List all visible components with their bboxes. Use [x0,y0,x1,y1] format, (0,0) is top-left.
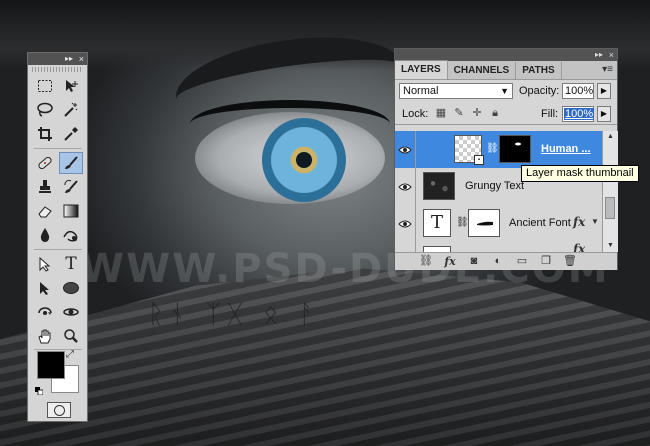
swap-colors-icon[interactable]: ⤢ [66,349,74,360]
lock-transparency-icon[interactable]: ▦ [435,107,447,119]
layer-row-ancient-font[interactable]: T ⛓ Ancient Font fx ▼ [395,205,602,243]
foreground-color-swatch[interactable] [37,351,65,379]
history-brush-icon[interactable] [59,176,83,198]
add-mask-icon[interactable]: ◙ [467,255,481,268]
tools-panel: ▸▸ × T ⤢ [27,52,88,422]
opacity-slider-button[interactable]: ▶ [597,83,611,99]
smart-object-icon: ▪ [474,155,484,165]
layer-effects-icon[interactable]: fx [573,215,585,229]
dodge-icon[interactable] [59,224,83,246]
bandage-icon[interactable] [33,152,57,174]
marquee-icon[interactable] [33,75,57,97]
chevron-down-icon: ▼ [500,86,509,96]
panel-tabs: LAYERS CHANNELS PATHS ▾≡ [395,60,617,80]
tools-separator [34,148,82,149]
visibility-eye-icon[interactable] [395,205,416,242]
layers-panel: ▸▸ × LAYERS CHANNELS PATHS ▾≡ Normal ▼ O… [394,48,618,270]
crop-icon[interactable] [33,123,57,145]
type-icon[interactable]: T [59,253,83,275]
opacity-input[interactable]: 100% [562,83,594,99]
new-group-icon[interactable]: ▭ [515,255,529,268]
layers-list: ▪ ⛓ Human ... Grungy Text T ⛓ Ancient Fo… [395,131,602,252]
lasso-icon[interactable] [33,99,57,121]
tab-channels[interactable]: CHANNELS [448,62,517,79]
tooltip: Layer mask thumbnail [521,165,639,182]
layer-row-type[interactable]: T fx [395,242,602,252]
rotate-3d-icon[interactable] [33,301,57,323]
tools-grip[interactable] [32,67,83,72]
tools-separator [34,349,82,350]
default-colors-icon[interactable] [35,382,44,396]
layer-name[interactable]: Human ... [541,143,591,155]
quick-mask-icon [53,404,65,416]
lock-label: Lock: [402,108,429,120]
lock-row: Lock: ▦ ✎ ✛ 🔒︎ Fill: 100% ▶ [395,104,617,125]
fill-slider-button[interactable]: ▶ [597,106,611,122]
visibility-eye-icon[interactable] [395,242,416,252]
tools-titlebar[interactable]: ▸▸ × [28,53,87,65]
path-arrow-icon[interactable] [33,253,57,275]
layer-effects-icon[interactable]: fx [573,242,585,252]
expand-effects-icon[interactable]: ▼ [591,217,599,226]
eyedropper-icon[interactable] [59,123,83,145]
scroll-up-icon[interactable]: ▲ [603,131,618,143]
layer-mask-thumbnail[interactable] [468,209,500,237]
layer-thumbnail[interactable] [423,172,455,200]
layer-name[interactable]: Ancient Font [509,217,571,229]
layer-row-human[interactable]: ▪ ⛓ Human ... [395,131,602,169]
double-arrow-icon[interactable]: ▸▸ [595,49,603,61]
tools-separator [34,249,82,250]
scroll-down-icon[interactable]: ▼ [603,240,618,252]
quick-mask-button[interactable] [47,402,71,418]
trash-icon[interactable]: 🗑︎ [563,255,577,268]
blend-mode-select[interactable]: Normal ▼ [399,83,513,99]
layer-name[interactable]: Grungy Text [465,180,524,192]
blend-mode-value: Normal [403,85,439,97]
orbit-3d-icon[interactable] [59,301,83,323]
close-icon[interactable]: × [79,53,84,65]
new-layer-icon[interactable]: ❐ [539,255,553,268]
stamp-icon[interactable] [33,176,57,198]
visibility-eye-icon[interactable] [395,168,416,205]
fill-label: Fill: [541,108,559,120]
direct-arrow-icon[interactable] [33,277,57,299]
eyelid [190,100,390,148]
double-arrow-icon[interactable]: ▸▸ [65,53,73,65]
magic-wand-icon[interactable] [59,99,83,121]
link-chain-icon[interactable]: ⛓ [456,217,469,228]
lock-all-icon[interactable]: 🔒︎ [489,107,501,119]
gradient-icon[interactable] [59,200,83,222]
add-style-icon[interactable]: fx [443,255,457,268]
hand-icon[interactable] [33,325,57,347]
lock-pixels-icon[interactable]: ✎ [453,107,465,119]
tab-paths[interactable]: PATHS [516,62,562,79]
link-layers-icon[interactable]: ⛓ [419,255,433,268]
adjustment-layer-icon[interactable]: ◐ [491,255,505,268]
tab-layers[interactable]: LAYERS [395,60,448,79]
blend-row: Normal ▼ Opacity: 100% ▶ [395,80,617,104]
opacity-label: Opacity: [519,85,560,97]
fill-value: 100% [564,108,595,120]
layer-mask-thumbnail[interactable] [499,135,531,163]
face-cloth [0,268,650,446]
lock-position-icon[interactable]: ✛ [471,107,483,119]
fill-input[interactable]: 100% [562,106,595,122]
layers-footer: ⛓ fx ◙ ◐ ▭ ❐ 🗑︎ [395,252,617,270]
carved-runes: ᚱᚾ ᛉᚷ ᛟ ᚨ [148,300,321,330]
type-layer-thumbnail[interactable]: T [423,209,451,237]
scrollbar-thumb[interactable] [605,197,615,219]
brush-icon[interactable] [59,152,83,174]
close-icon[interactable]: × [609,49,614,61]
drop-icon[interactable] [33,224,57,246]
panel-menu-icon[interactable]: ▾≡ [602,64,613,75]
link-chain-icon[interactable]: ⛓ [486,143,499,154]
visibility-eye-icon[interactable] [395,131,416,168]
ellipse-icon[interactable] [59,277,83,299]
eraser-icon[interactable] [33,200,57,222]
layers-scrollbar[interactable]: ▲ ▼ [602,131,618,252]
move-icon[interactable] [59,75,83,97]
zoom-icon[interactable] [59,325,83,347]
